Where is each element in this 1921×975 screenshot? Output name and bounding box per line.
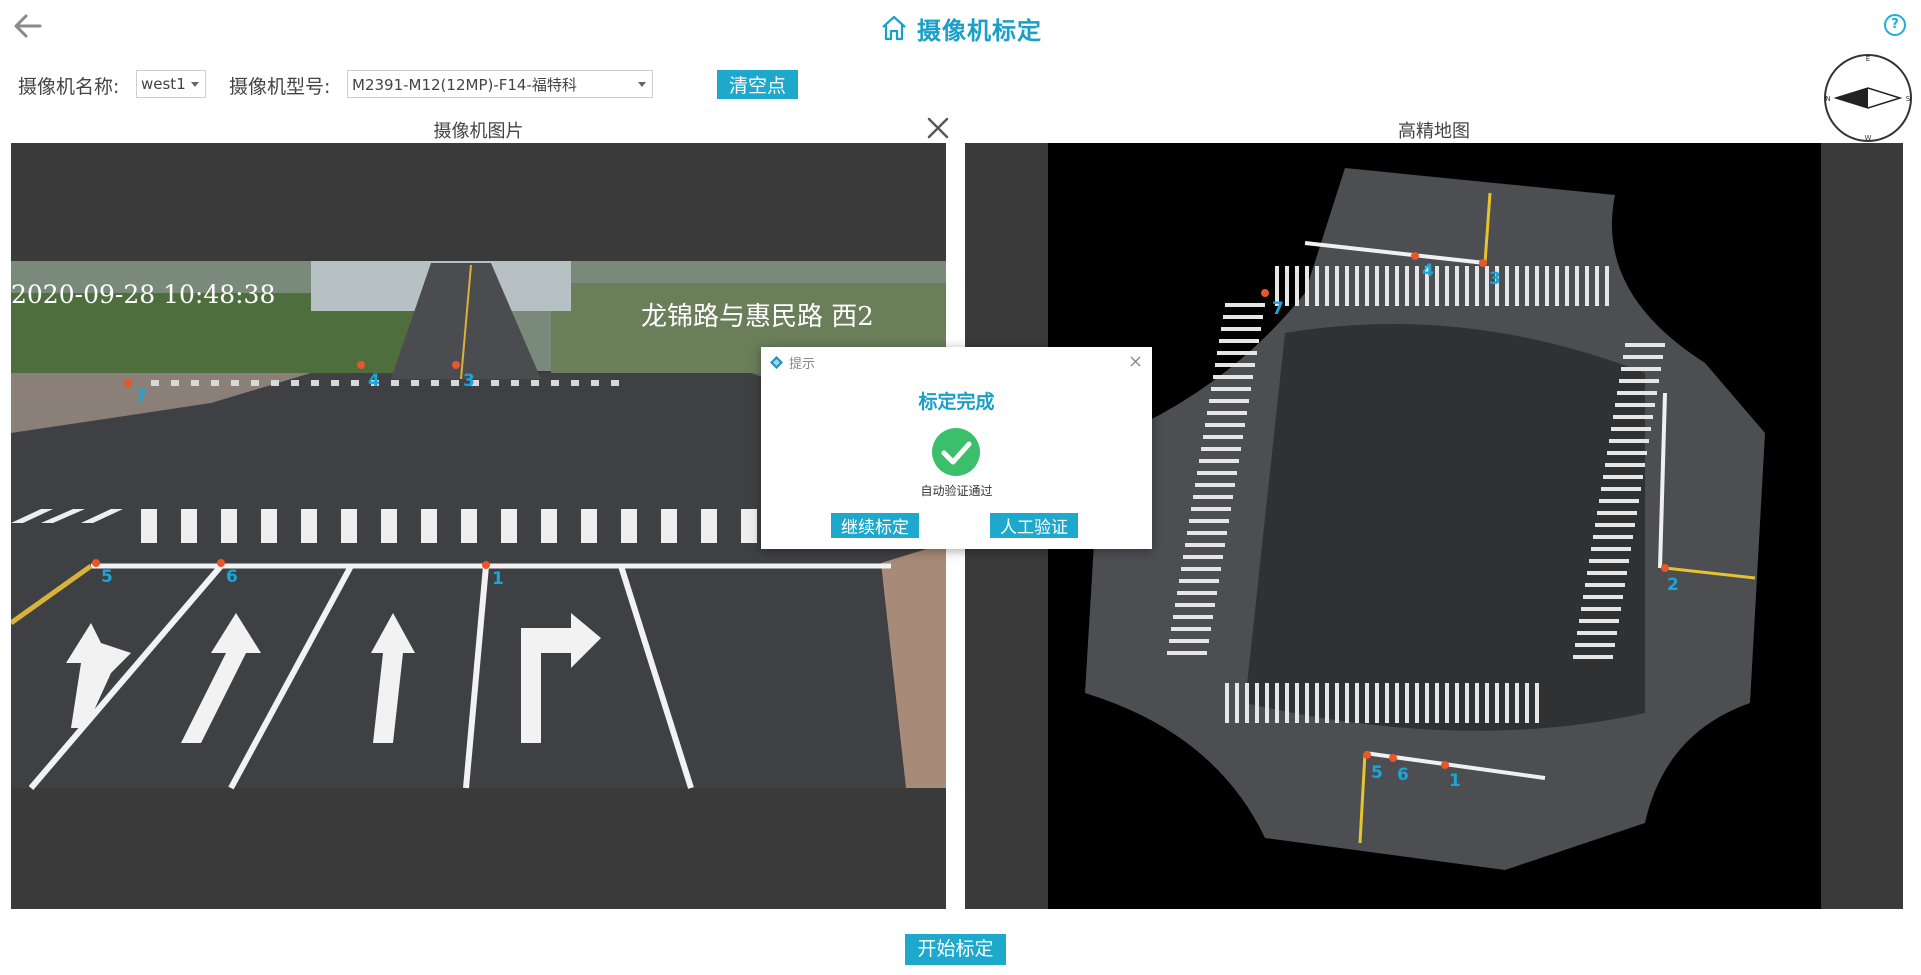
- cam-point-1-marker[interactable]: [482, 561, 490, 569]
- compass-e: E: [1866, 55, 1870, 63]
- camera-model-select[interactable]: M2391-M12(12MP)-F14-福特科: [347, 70, 653, 98]
- map-point-2-marker[interactable]: [1661, 564, 1669, 572]
- dialog-title: 提示: [789, 357, 816, 372]
- camera-model-label: 摄像机型号:: [229, 76, 331, 98]
- chevron-down-icon: [191, 82, 199, 87]
- map-point-5-marker[interactable]: [1363, 751, 1371, 759]
- map-point-3-marker[interactable]: [1479, 259, 1487, 267]
- map-point-label: 5: [1371, 763, 1383, 783]
- cam-point-label: 3: [463, 371, 475, 391]
- help-icon[interactable]: ?: [1884, 14, 1906, 36]
- camera-timestamp: 2020-09-28 10:48:38: [11, 280, 275, 309]
- page-title: 摄像机标定: [917, 16, 1042, 45]
- map-point-7-marker[interactable]: [1261, 289, 1269, 297]
- cam-point-6-marker[interactable]: [217, 559, 225, 567]
- map-point-label: 1: [1449, 771, 1461, 791]
- cam-point-label: 1: [492, 569, 504, 589]
- dialog-heading: 标定完成: [918, 391, 995, 413]
- cam-point-4-marker[interactable]: [357, 361, 365, 369]
- map-point-label: 2: [1667, 575, 1679, 595]
- calibration-complete-dialog: 提示 标定完成 自动验证通过 继续标定 人工验证: [761, 347, 1152, 549]
- compass-n: N: [1825, 95, 1830, 103]
- camera-model-value: M2391-M12(12MP)-F14-福特科: [352, 75, 577, 94]
- cam-point-5-marker[interactable]: [92, 559, 100, 567]
- cam-point-label: 7: [135, 387, 147, 407]
- map-point-6-marker[interactable]: [1389, 754, 1397, 762]
- continue-calibration-button[interactable]: 继续标定: [831, 513, 919, 538]
- cam-point-label: 5: [101, 567, 113, 587]
- camera-image-title: 摄像机图片: [433, 121, 524, 142]
- cam-point-7-marker[interactable]: [124, 379, 132, 387]
- cam-point-label: 6: [226, 567, 238, 587]
- dialog-app-icon: [770, 356, 783, 369]
- hd-map-title: 高精地图: [1398, 121, 1470, 142]
- clear-points-button[interactable]: 清空点: [717, 70, 798, 99]
- camera-location: 龙锦路与惠民路 西2: [641, 302, 874, 332]
- home-icon[interactable]: [879, 13, 909, 43]
- compass-s: S: [1906, 95, 1911, 103]
- camera-name-label: 摄像机名称:: [18, 76, 120, 98]
- map-point-label: 6: [1397, 765, 1409, 785]
- camera-name-value: west1: [141, 75, 186, 93]
- map-point-label: 3: [1489, 269, 1501, 289]
- back-arrow-icon[interactable]: [10, 8, 46, 44]
- cam-point-label: 4: [368, 371, 380, 391]
- map-point-1-marker[interactable]: [1441, 761, 1449, 769]
- camera-name-select[interactable]: west1: [136, 70, 206, 98]
- success-check-icon: [932, 428, 980, 476]
- close-icon[interactable]: [925, 115, 951, 141]
- map-point-label: 7: [1272, 299, 1284, 319]
- chevron-down-icon: [638, 82, 646, 87]
- map-point-4-marker[interactable]: [1411, 252, 1419, 260]
- cam-point-3-marker[interactable]: [452, 361, 460, 369]
- start-calibration-button[interactable]: 开始标定: [905, 934, 1006, 965]
- dialog-close-icon[interactable]: [1129, 355, 1142, 368]
- map-point-label: 4: [1422, 261, 1434, 281]
- dialog-message: 自动验证通过: [920, 484, 993, 498]
- manual-verify-button[interactable]: 人工验证: [990, 513, 1078, 538]
